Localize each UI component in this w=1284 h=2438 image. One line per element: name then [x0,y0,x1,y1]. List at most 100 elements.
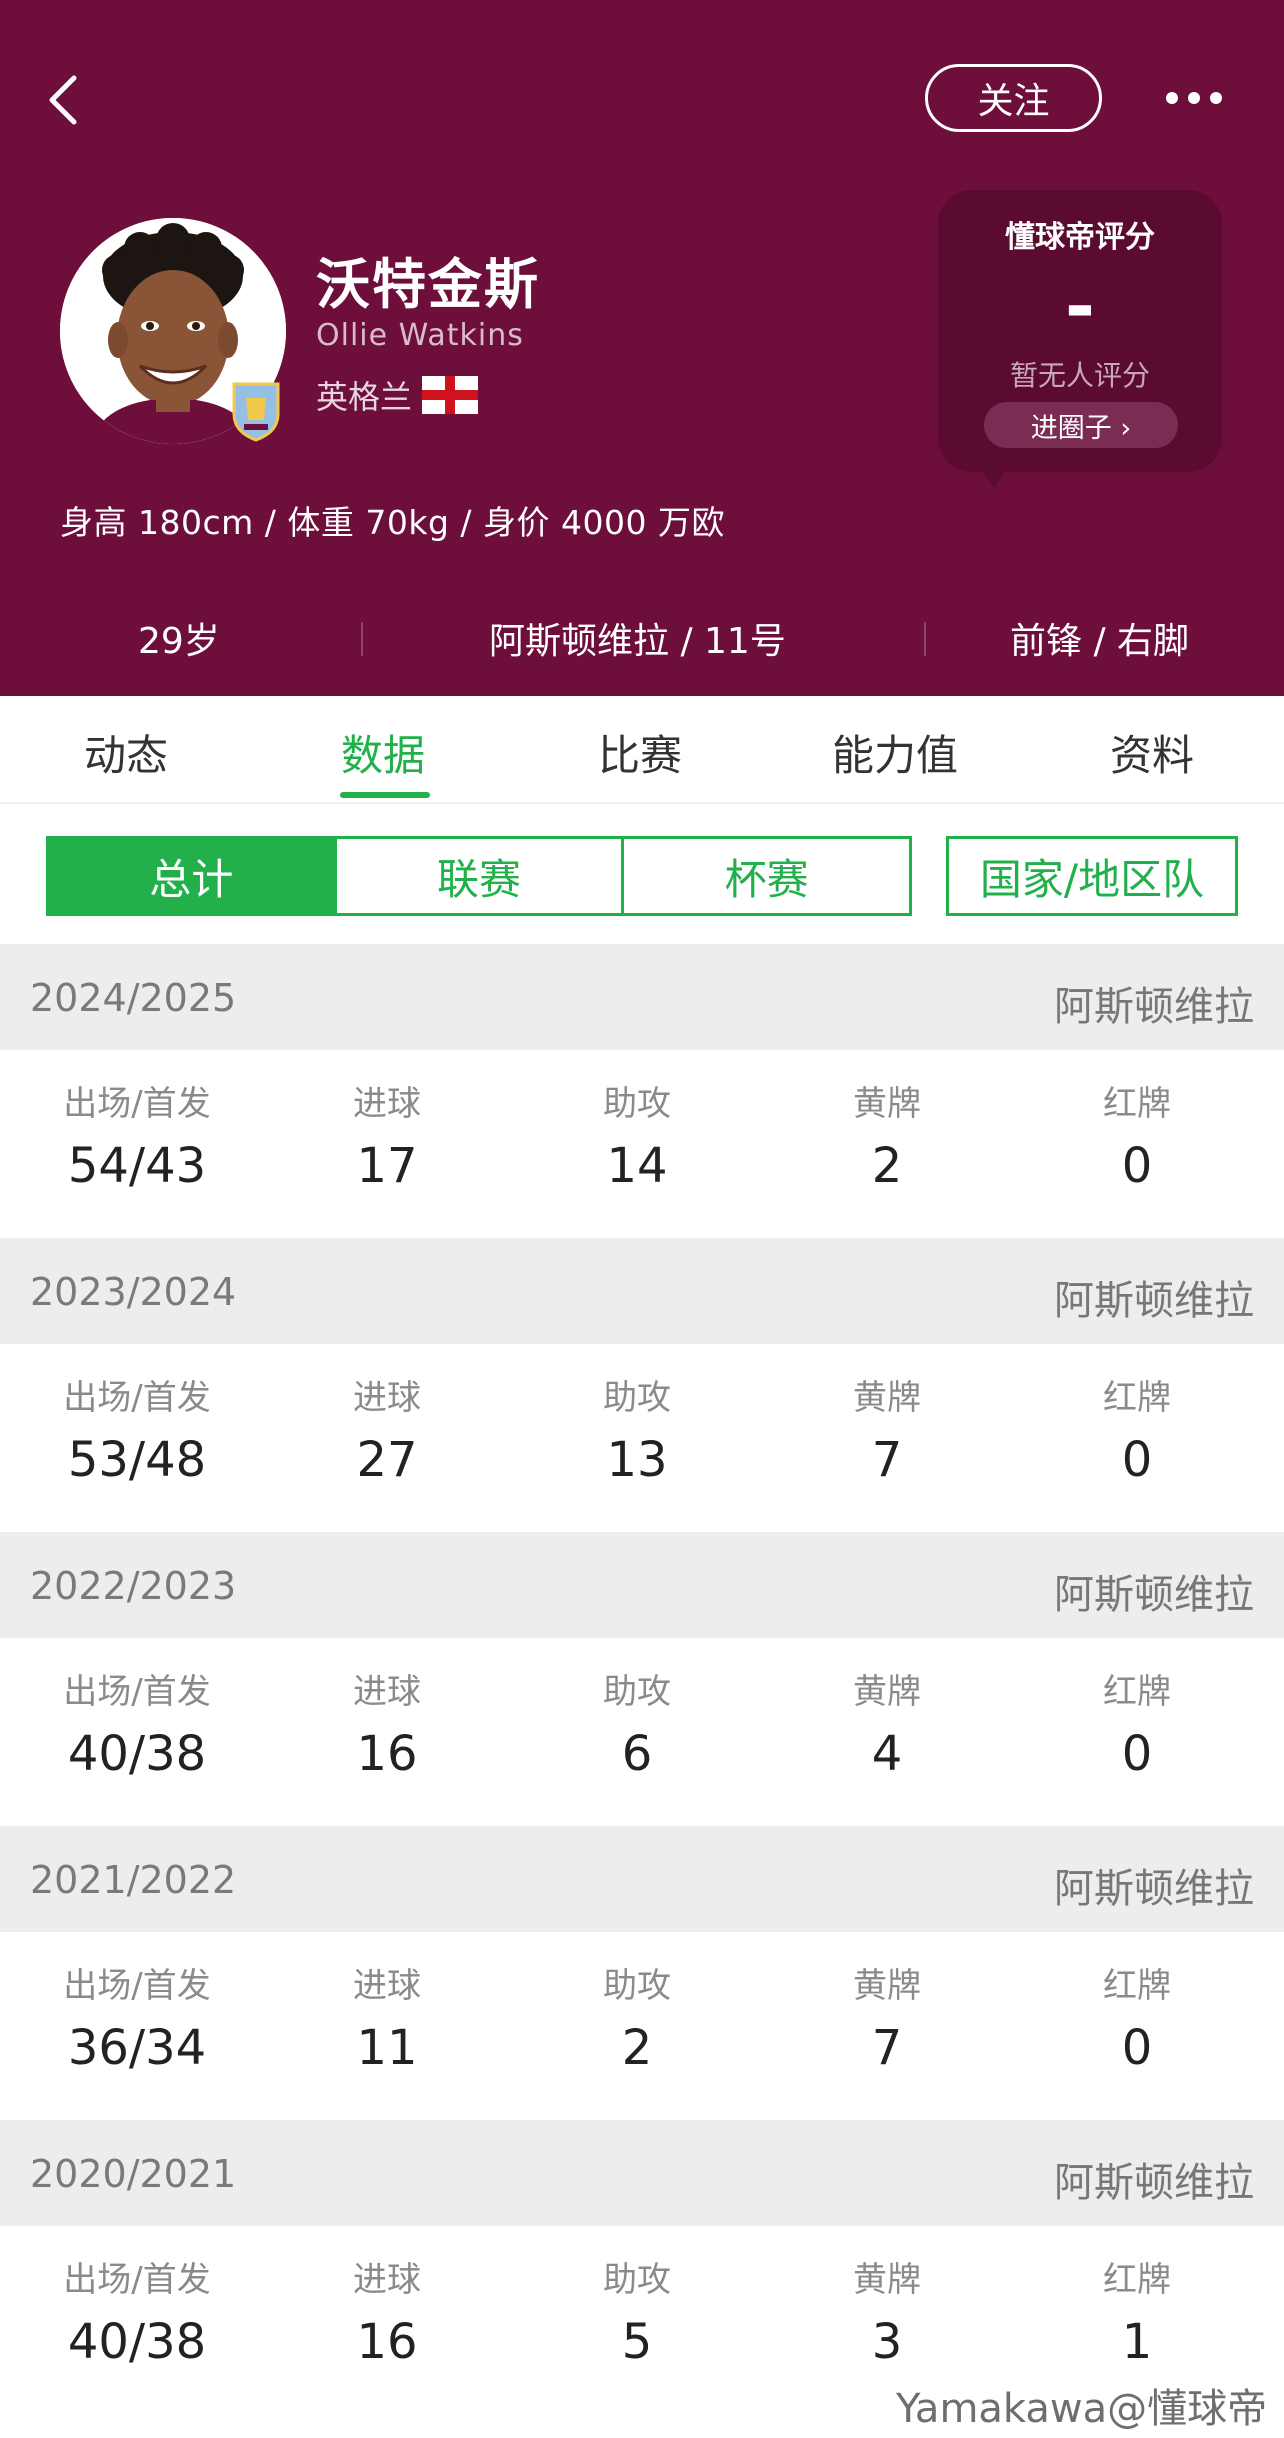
stat-label: 助攻 [603,1378,671,1418]
stat-label: 助攻 [603,1084,671,1124]
follow-button[interactable]: 关注 [925,64,1102,132]
rating-note: 暂无人评分 [1009,359,1150,392]
stat-label: 黄牌 [853,1966,921,2006]
stat-label: 进球 [353,1084,421,1124]
stat-goals: 进球 17 [262,1084,512,1194]
rating-card: 懂球帝评分 - 暂无人评分 进圈子 › [938,190,1222,472]
stat-value: 16 [356,2314,418,2370]
season-header[interactable]: 2024/2025 阿斯顿维拉 [0,944,1284,1050]
tab-profile[interactable]: 资料 [1110,722,1194,783]
filter-total[interactable]: 总计 [49,839,334,913]
stat-appearances-starts: 出场/首发 54/43 [12,1084,262,1194]
stat-yellow-cards: 黄牌 7 [762,1378,1012,1488]
season-club: 阿斯顿维拉 [1054,1278,1254,1324]
season-year: 2023/2024 [30,1270,237,1314]
rating-value: - [1065,264,1095,348]
stat-label: 红牌 [1103,1084,1171,1124]
tab-stats[interactable]: 数据 [341,722,425,783]
stat-value: 4 [871,1726,903,1782]
club-badge-icon [230,380,282,442]
stat-appearances-starts: 出场/首发 36/34 [12,1966,262,2076]
stat-label: 黄牌 [853,1084,921,1124]
stat-label: 黄牌 [853,1672,921,1712]
stat-assists: 助攻 13 [512,1378,762,1488]
chevron-left-icon [49,75,77,125]
watermark: Yamakawa@懂球帝 [896,2386,1268,2432]
position-and-foot: 前锋 / 右脚 [1010,621,1190,662]
stat-label: 红牌 [1103,1966,1171,2006]
tab-ability[interactable]: 能力值 [832,722,958,783]
stat-label: 出场/首发 [63,2260,211,2300]
stat-label: 红牌 [1103,1378,1171,1418]
stat-yellow-cards: 黄牌 7 [762,1966,1012,2076]
stat-goals: 进球 16 [262,1672,512,1782]
nation-label: 英格兰 [316,378,413,416]
stat-value: 11 [356,2020,418,2076]
stat-value: 14 [606,1138,668,1194]
join-circle-button[interactable]: 进圈子 › [984,402,1178,448]
more-dots-icon [1166,92,1222,104]
back-button[interactable] [44,60,104,140]
season-stats-row: 出场/首发 36/34 进球 11 助攻 2 黄牌 7 红牌 0 [0,1932,1284,2120]
stat-value: 13 [606,1432,668,1488]
stat-label: 进球 [353,2260,421,2300]
stat-value: 27 [356,1432,418,1488]
player-name-english: Ollie Watkins [316,318,524,353]
season-club: 阿斯顿维拉 [1054,984,1254,1030]
season-year: 2021/2022 [30,1858,237,1902]
filter-national-team[interactable]: 国家/地区队 [946,836,1238,916]
stat-label: 助攻 [603,1966,671,2006]
stat-goals: 进球 16 [262,2260,512,2370]
player-header: 关注 沃特金斯 Ollie Watkins 英格兰 懂球帝评分 - 暂无人评分 … [0,0,1284,696]
season-block: 2021/2022 阿斯顿维拉 出场/首发 36/34 进球 11 助攻 2 黄牌 7 红牌 0 [0,1826,1284,2120]
tab-matches[interactable]: 比赛 [598,722,682,783]
filter-cup[interactable]: 杯赛 [621,839,909,913]
season-header[interactable]: 2021/2022 阿斯顿维拉 [0,1826,1284,1932]
stat-label: 进球 [353,1378,421,1418]
stat-value: 5 [621,2314,653,2370]
stat-value: 2 [871,1138,903,1194]
season-block: 2024/2025 阿斯顿维拉 出场/首发 54/43 进球 17 助攻 14 黄牌 2 红牌 0 [0,944,1284,1238]
nationality: 英格兰 [316,372,479,418]
stat-label: 助攻 [603,1672,671,1712]
active-tab-indicator [340,792,430,798]
stat-appearances-starts: 出场/首发 53/48 [12,1378,262,1488]
rating-card-tail [980,468,1008,488]
competition-segmented-control: 总计 联赛 杯赛 [46,836,912,916]
season-header[interactable]: 2022/2023 阿斯顿维拉 [0,1532,1284,1638]
stat-value: 53/48 [67,1432,207,1488]
tab-news[interactable]: 动态 [84,722,168,783]
stat-value: 16 [356,1726,418,1782]
season-club: 阿斯顿维拉 [1054,1572,1254,1618]
stats-filter: 总计 联赛 杯赛 国家/地区队 [0,804,1284,944]
filter-league[interactable]: 联赛 [333,839,622,913]
season-stats-row: 出场/首发 53/48 进球 27 助攻 13 黄牌 7 红牌 0 [0,1344,1284,1532]
stat-value: 36/34 [67,2020,207,2076]
season-year: 2024/2025 [30,976,237,1020]
stat-label: 黄牌 [853,1378,921,1418]
stat-value: 0 [1121,1432,1153,1488]
stat-assists: 助攻 6 [512,1672,762,1782]
stat-label: 黄牌 [853,2260,921,2300]
season-block: 2020/2021 阿斯顿维拉 出场/首发 40/38 进球 16 助攻 5 黄牌 3 红牌 1 [0,2120,1284,2414]
stat-label: 出场/首发 [63,1672,211,1712]
more-options-button[interactable] [1164,78,1224,118]
club-and-number: 阿斯顿维拉 / 11号 [489,621,786,662]
stat-value: 17 [356,1138,418,1194]
stat-yellow-cards: 黄牌 2 [762,1084,1012,1194]
stat-appearances-starts: 出场/首发 40/38 [12,1672,262,1782]
season-stats-row: 出场/首发 40/38 进球 16 助攻 6 黄牌 4 红牌 0 [0,1638,1284,1826]
stat-yellow-cards: 黄牌 4 [762,1672,1012,1782]
stat-value: 7 [871,2020,903,2076]
season-header[interactable]: 2023/2024 阿斯顿维拉 [0,1238,1284,1344]
rating-title: 懂球帝评分 [1005,220,1155,255]
body-stats: 身高 180cm / 体重 70kg / 身价 4000 万欧 [60,503,725,542]
england-flag-icon [422,376,479,414]
season-header[interactable]: 2020/2021 阿斯顿维拉 [0,2120,1284,2226]
season-year: 2020/2021 [30,2152,237,2196]
divider [924,622,926,656]
player-name: 沃特金斯 [316,253,540,316]
stat-value: 3 [871,2314,903,2370]
stat-red-cards: 红牌 0 [1012,1672,1262,1782]
stat-label: 进球 [353,1966,421,2006]
